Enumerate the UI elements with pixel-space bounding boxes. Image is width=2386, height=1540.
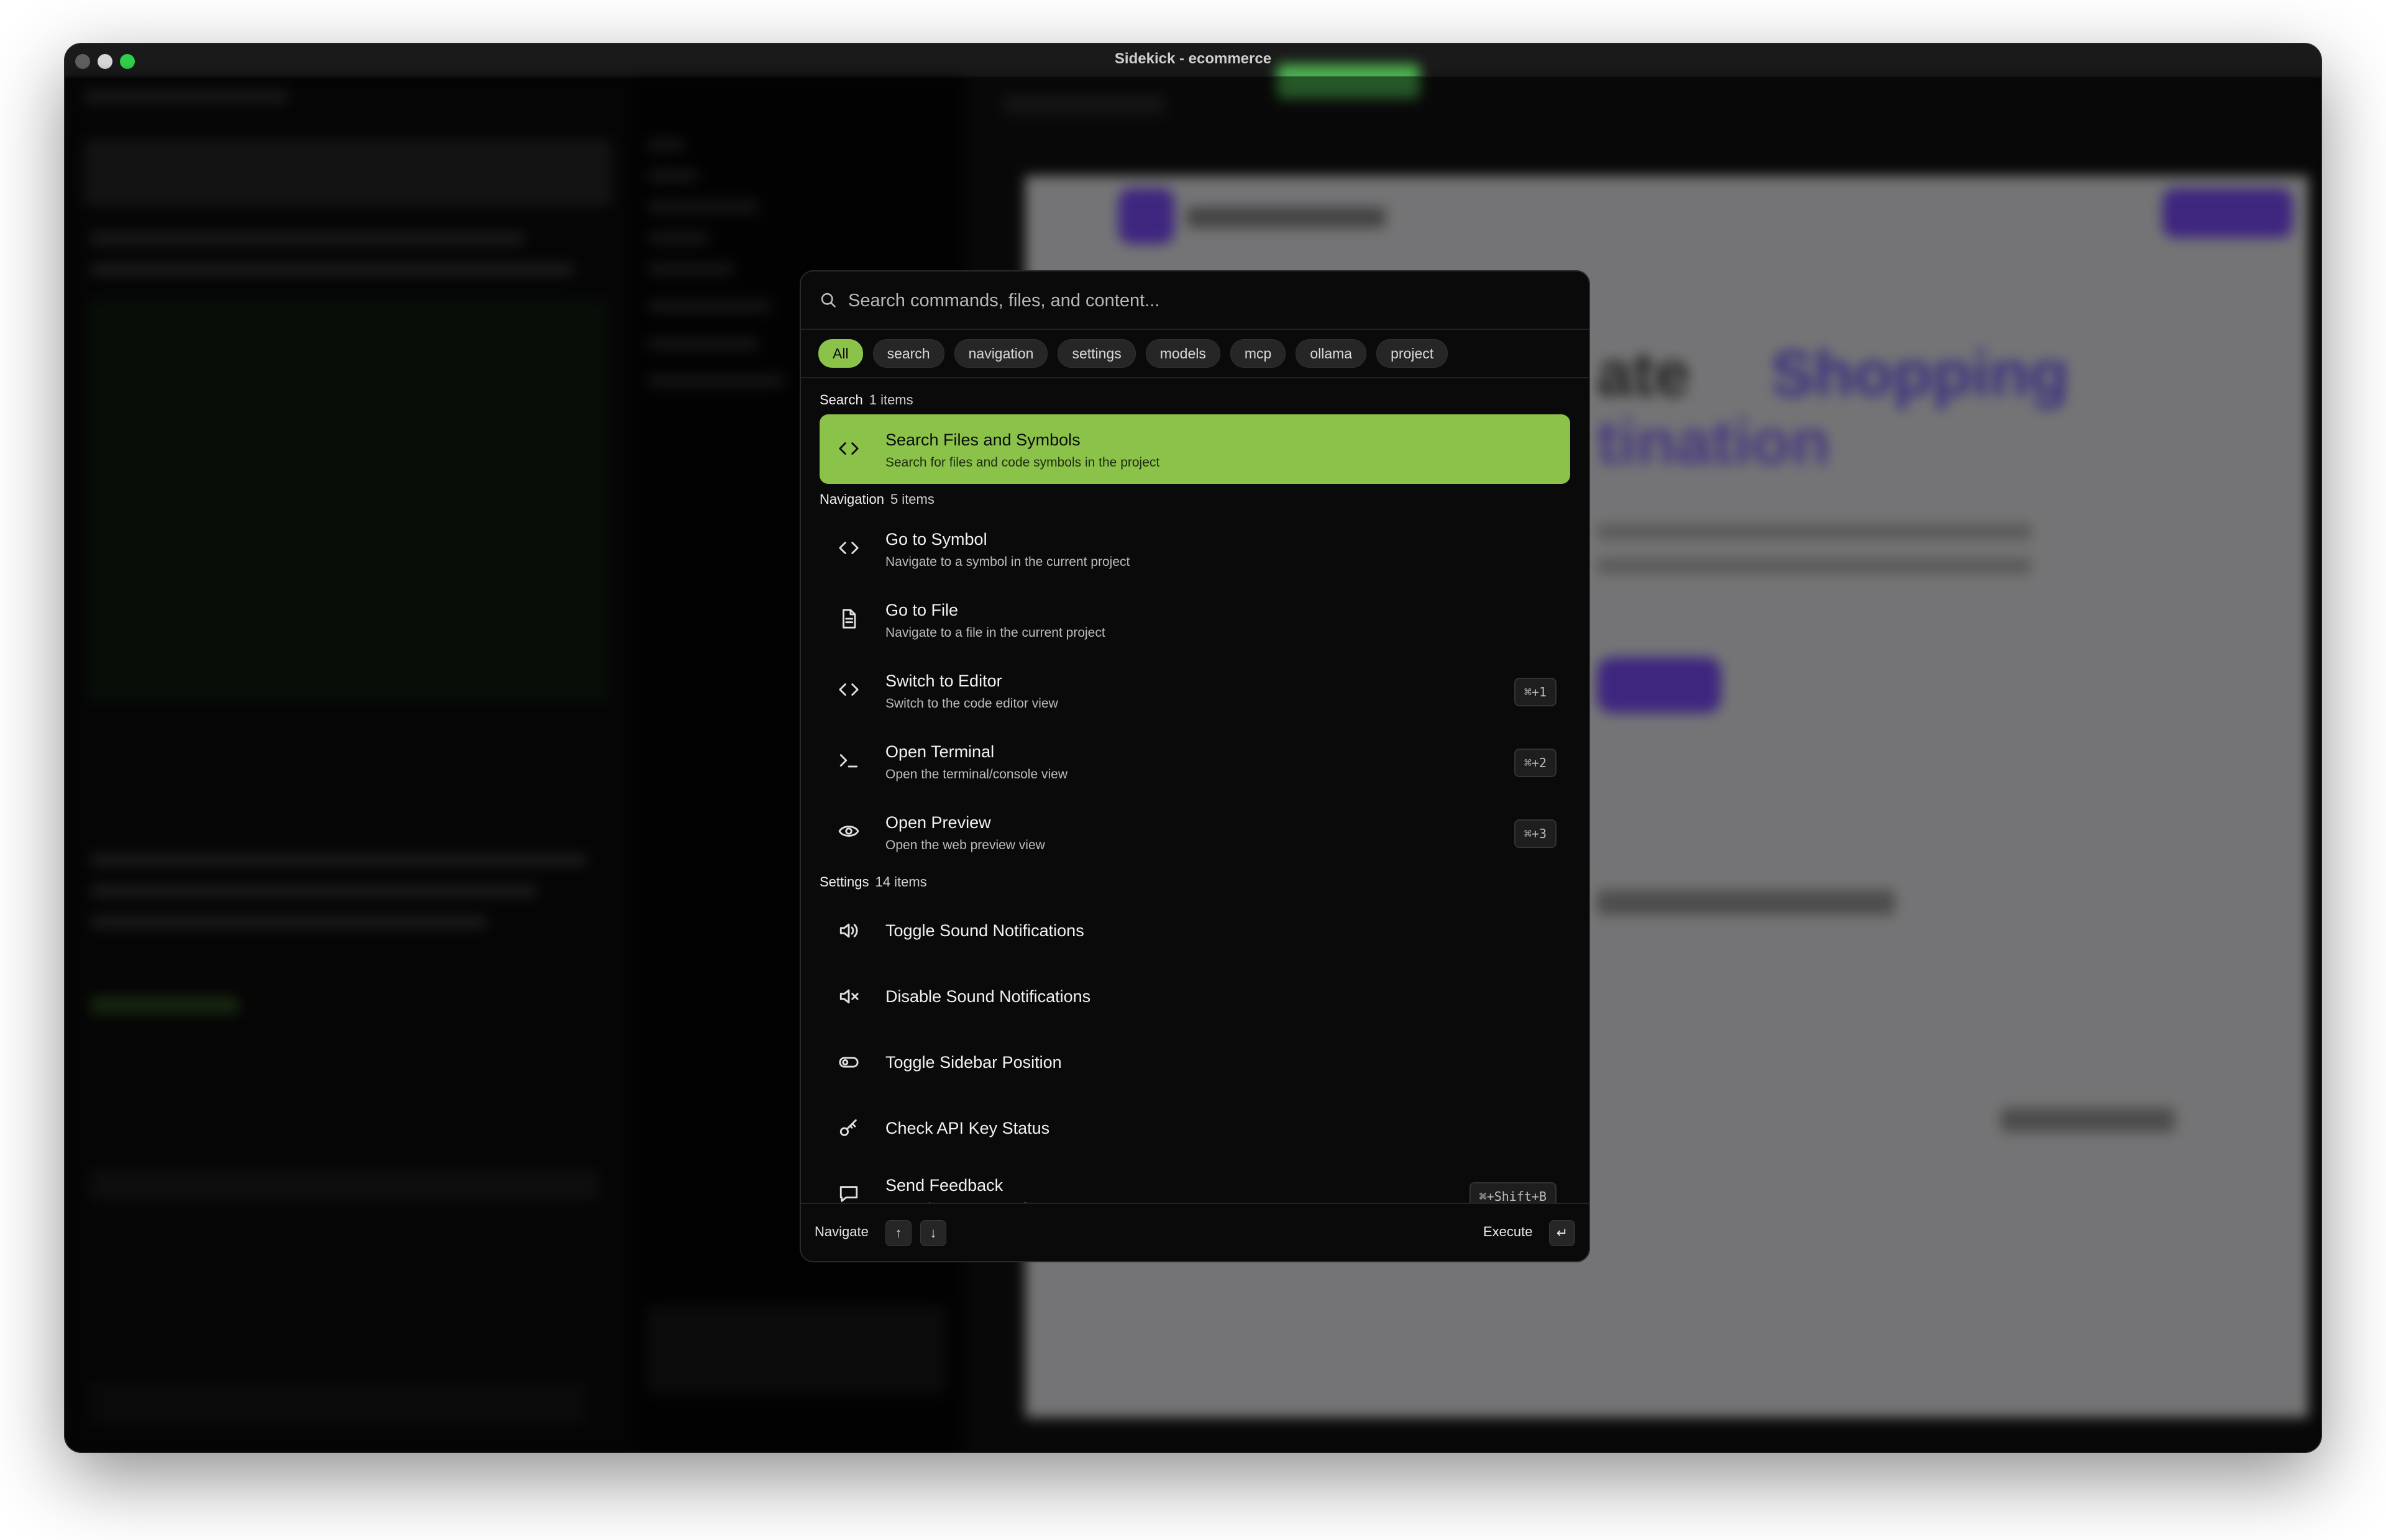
- command-title: Go to File: [885, 601, 959, 619]
- section-count: 5 items: [890, 491, 935, 507]
- filter-chips: All search navigation settings models mcp olla…: [818, 339, 1448, 369]
- filter-chip-navigation[interactable]: navigation: [954, 339, 1048, 368]
- command-title: Check API Key Status: [885, 1119, 1050, 1137]
- section-title: Navigation: [820, 491, 884, 507]
- command-item[interactable]: Check API Key Status: [820, 1094, 1570, 1164]
- command-item[interactable]: Go to File Navigate to a file in the curr…: [820, 585, 1570, 654]
- speaker-icon: [839, 923, 858, 938]
- command-title: Go to Symbol: [885, 530, 987, 549]
- filter-chip-search[interactable]: search: [872, 339, 944, 368]
- command-description: Open the terminal/console view: [885, 767, 1067, 781]
- command-title: Open Terminal: [885, 742, 995, 761]
- section-title: Search: [820, 392, 863, 408]
- file-icon: [843, 609, 856, 629]
- palette-footer: Navigate ↑ ↓ Execute ↵: [801, 1203, 1589, 1261]
- code-icon: [839, 542, 859, 554]
- filter-chip-all[interactable]: All: [818, 339, 863, 368]
- search-icon: [821, 293, 836, 308]
- command-palette: All search navigation settings models mcpolla…: [800, 270, 1590, 1262]
- navigate-hint-label: Navigate: [815, 1224, 869, 1239]
- command-item[interactable]: Open Preview Open the web preview view ⌘+3: [820, 797, 1570, 867]
- command-item[interactable]: Search Files and Symbols Search for files…: [820, 414, 1570, 484]
- execute-hint-label: Execute: [1483, 1224, 1533, 1239]
- command-title: Open Preview: [885, 813, 991, 832]
- command-item[interactable]: Disable Sound Notifications: [820, 962, 1570, 1032]
- command-title: Disable Sound Notifications: [885, 987, 1091, 1006]
- command-item[interactable]: Toggle Sidebar Position: [820, 1028, 1570, 1098]
- command-item[interactable]: Open Terminal Open the terminal/console v…: [820, 726, 1570, 796]
- shortcut-badge: ⌘+1: [1514, 678, 1556, 706]
- command-description: Switch to the code editor view: [885, 696, 1058, 711]
- command-description: Search for files and code symbols in the…: [885, 455, 1160, 470]
- arrow-up-key-icon: ↑: [885, 1220, 912, 1246]
- command-item[interactable]: Switch to Editor Switch to the code edito…: [820, 655, 1570, 725]
- command-title: Search Files and Symbols: [885, 431, 1081, 449]
- command-list: Search 1 items Search Files and Symbols Sea…: [801, 378, 1589, 1261]
- command-description: Navigate to a file in the current projec…: [885, 626, 1105, 640]
- command-title: Send Feedback: [885, 1176, 1003, 1195]
- terminal-icon: [839, 754, 858, 768]
- filter-chip-project[interactable]: project: [1376, 339, 1448, 368]
- section-header-settings: Settings 14 items: [820, 874, 927, 890]
- window-title: Sidekick - ecommerce: [1114, 50, 1272, 67]
- command-item[interactable]: Go to Symbol Navigate to a symbol in the …: [820, 514, 1570, 583]
- section-count: 1 items: [869, 392, 913, 408]
- filter-chip-ollama[interactable]: ollama: [1296, 339, 1367, 368]
- shortcut-badge: ⌘+3: [1514, 819, 1556, 848]
- command-title: Toggle Sound Notifications: [885, 921, 1084, 940]
- speaker-muted-icon: [839, 989, 859, 1004]
- filter-chip-models[interactable]: models: [1145, 339, 1220, 368]
- code-icon: [839, 442, 859, 455]
- command-description: Open the web preview view: [885, 838, 1045, 852]
- filter-chip-settings[interactable]: settings: [1058, 339, 1136, 368]
- filter-chip-mcp[interactable]: mcp: [1230, 339, 1286, 368]
- command-title: Toggle Sidebar Position: [885, 1053, 1062, 1072]
- enter-key-icon: ↵: [1549, 1220, 1575, 1246]
- title-bar: Sidekick - ecommerce: [65, 44, 2321, 78]
- command-title: Switch to Editor: [885, 672, 1002, 690]
- toggle-icon: [839, 1057, 859, 1068]
- section-title: Settings: [820, 874, 869, 890]
- section-count: 14 items: [875, 874, 927, 890]
- command-item[interactable]: Toggle Sound Notifications: [820, 896, 1570, 966]
- section-header-search: Search 1 items: [820, 392, 913, 408]
- message-icon: [839, 1186, 858, 1202]
- code-icon: [839, 683, 859, 696]
- command-search-input[interactable]: [847, 286, 1564, 315]
- key-icon: [839, 1119, 857, 1136]
- section-header-navigation: Navigation 5 items: [820, 491, 935, 508]
- arrow-down-key-icon: ↓: [920, 1220, 946, 1246]
- eye-icon: [838, 826, 859, 837]
- shortcut-badge: ⌘+2: [1514, 749, 1556, 777]
- command-description: Navigate to a symbol in the current proj…: [885, 555, 1130, 569]
- palette-search-row: [801, 271, 1589, 330]
